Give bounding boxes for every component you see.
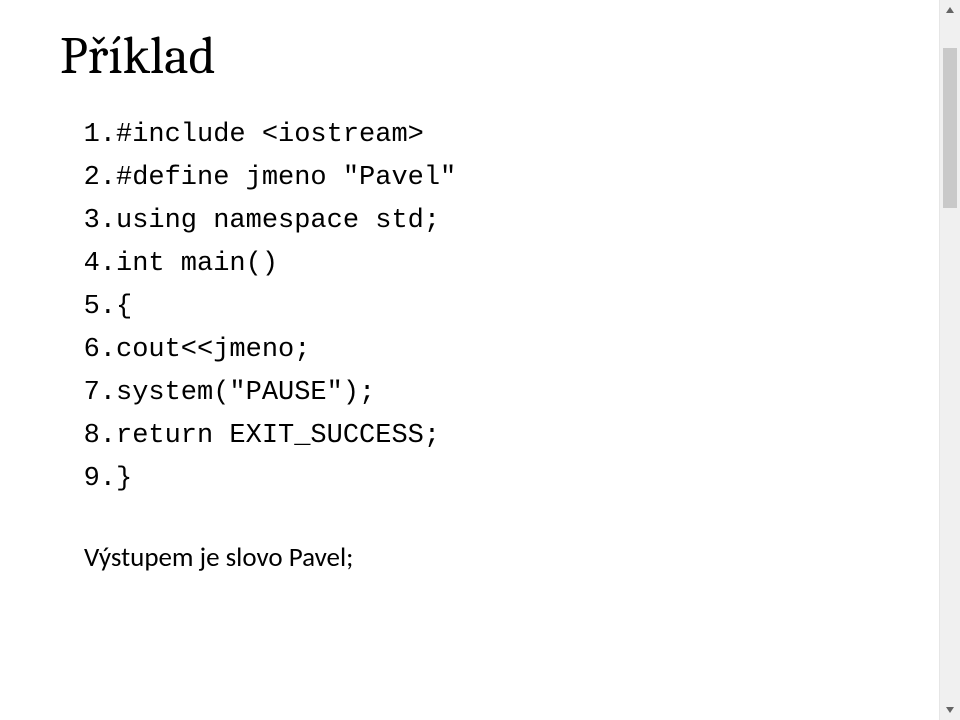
scroll-down-arrow-icon[interactable] [940,700,960,720]
line-number: 6. [60,337,116,364]
line-number: 3. [60,208,116,235]
code-text: using namespace std; [116,208,440,235]
code-text: int main() [116,251,278,278]
line-number: 1. [60,122,116,149]
code-text: system("PAUSE"); [116,380,375,407]
code-line: 6. cout<<jmeno; [60,337,908,364]
code-line: 2. #define jmeno "Pavel" [60,165,908,192]
code-line: 8. return EXIT_SUCCESS; [60,423,908,450]
code-line: 1. #include <iostream> [60,122,908,149]
code-line: 3. using namespace std; [60,208,908,235]
line-number: 9. [60,466,116,493]
code-listing: 1. #include <iostream> 2. #define jmeno … [60,122,908,493]
line-number: 5. [60,294,116,321]
output-text: Výstupem je slovo Pavel; [84,541,908,574]
code-line: 7. system("PAUSE"); [60,380,908,407]
code-text: } [116,466,132,493]
code-text: cout<<jmeno; [116,337,310,364]
vertical-scrollbar[interactable] [939,0,960,720]
line-number: 2. [60,165,116,192]
code-line: 4. int main() [60,251,908,278]
slide: Příklad 1. #include <iostream> 2. #defin… [0,0,960,720]
scroll-up-arrow-icon[interactable] [940,0,960,20]
page-title: Příklad [60,26,908,86]
code-line: 9. } [60,466,908,493]
code-text: #define jmeno "Pavel" [116,165,456,192]
code-text: { [116,294,132,321]
line-number: 4. [60,251,116,278]
line-number: 8. [60,423,116,450]
code-line: 5. { [60,294,908,321]
code-text: #include <iostream> [116,122,424,149]
line-number: 7. [60,380,116,407]
code-text: return EXIT_SUCCESS; [116,423,440,450]
scroll-thumb[interactable] [943,48,957,208]
